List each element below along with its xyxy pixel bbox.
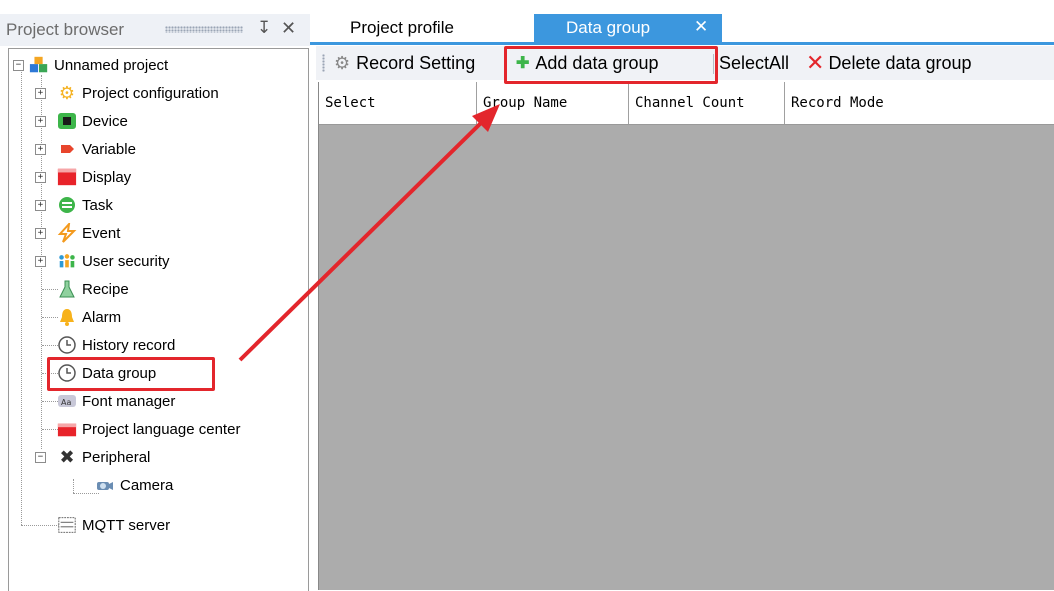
settings-gear-icon: ⚙: [334, 52, 351, 73]
users-icon: [57, 252, 77, 270]
column-header-record-mode[interactable]: Record Mode: [785, 82, 1054, 124]
camera-icon: [95, 476, 115, 494]
tab-project-profile[interactable]: Project profile: [330, 16, 526, 42]
select-all-button[interactable]: SelectAll: [719, 46, 789, 80]
tree-node-alarm[interactable]: Alarm: [57, 305, 121, 329]
tree-node-event[interactable]: Event: [57, 221, 120, 245]
tree-node-history-record[interactable]: History record: [57, 333, 175, 357]
language-icon: [57, 420, 77, 438]
column-header-select[interactable]: Select: [319, 82, 477, 124]
tree-node-device[interactable]: Device: [57, 109, 128, 133]
pin-icon[interactable]: ↧: [257, 18, 271, 38]
task-icon: [57, 196, 77, 214]
expand-toggle[interactable]: +: [35, 116, 46, 127]
column-header-channel-count[interactable]: Channel Count: [629, 82, 785, 124]
clock-icon: [57, 336, 77, 354]
tree-node-mqtt-server[interactable]: MQTT server: [57, 513, 170, 537]
bell-icon: [57, 308, 77, 326]
project-browser-panel: Project browser ↧ ✕ − Unnamed project + …: [0, 14, 310, 591]
highlight-box-add-data-group: [504, 46, 718, 84]
project-browser-titlebar: Project browser ↧ ✕: [0, 14, 310, 46]
tree-node-variable[interactable]: Variable: [57, 137, 136, 161]
panel-drag-handle[interactable]: [165, 26, 243, 33]
svg-text:Aa: Aa: [61, 398, 71, 407]
record-setting-button[interactable]: ⚙ Record Setting: [334, 46, 475, 80]
tree-node-project[interactable]: Unnamed project: [29, 53, 168, 77]
close-icon[interactable]: ✕: [281, 18, 296, 39]
tree-node-project-language-center[interactable]: Project language center: [57, 417, 240, 441]
tree-node-camera[interactable]: Camera: [95, 473, 173, 497]
project-icon: [29, 56, 49, 74]
project-tree: − Unnamed project + ⚙ Project configurat…: [8, 48, 309, 591]
close-tab-icon[interactable]: ✕: [694, 17, 708, 37]
delete-data-group-button[interactable]: ✕ Delete data group: [806, 46, 972, 80]
gear-icon: ⚙: [58, 82, 76, 103]
recipe-flask-icon: [57, 280, 77, 298]
tree-node-project-configuration[interactable]: ⚙ Project configuration: [57, 81, 219, 105]
data-group-grid[interactable]: Select Group Name Channel Count Record M…: [318, 82, 1054, 590]
event-icon: [57, 223, 77, 243]
expand-toggle[interactable]: +: [35, 256, 46, 267]
expand-toggle[interactable]: +: [35, 88, 46, 99]
document-tabs: Project profile Data group ✕: [310, 14, 1054, 42]
device-icon: [57, 112, 77, 130]
tab-data-group[interactable]: Data group ✕: [534, 14, 722, 42]
expand-toggle[interactable]: +: [35, 172, 46, 183]
expand-toggle[interactable]: +: [35, 200, 46, 211]
collapse-toggle[interactable]: −: [35, 452, 46, 463]
tree-node-task[interactable]: Task: [57, 193, 113, 217]
expand-toggle[interactable]: +: [35, 144, 46, 155]
column-header-group-name[interactable]: Group Name: [477, 82, 629, 124]
tab-underline: [310, 42, 1054, 45]
tree-node-user-security[interactable]: User security: [57, 249, 170, 273]
tree-node-font-manager[interactable]: Aa Font manager: [57, 389, 175, 413]
highlight-box-data-group: [47, 357, 215, 391]
toolbar-grip[interactable]: [322, 54, 325, 72]
tree-node-display[interactable]: Display: [57, 165, 131, 189]
project-browser-title: Project browser: [6, 20, 125, 39]
delete-x-icon: ✕: [806, 50, 825, 75]
variable-tag-icon: [57, 140, 77, 158]
font-icon: Aa: [57, 392, 77, 410]
tree-node-recipe[interactable]: Recipe: [57, 277, 129, 301]
server-icon: [57, 516, 77, 534]
grid-header: Select Group Name Channel Count Record M…: [319, 82, 1054, 125]
tools-icon: ✖: [59, 446, 75, 467]
tree-node-peripheral[interactable]: ✖ Peripheral: [57, 445, 150, 469]
collapse-toggle[interactable]: −: [13, 60, 24, 71]
display-icon: [57, 168, 77, 186]
expand-toggle[interactable]: +: [35, 228, 46, 239]
